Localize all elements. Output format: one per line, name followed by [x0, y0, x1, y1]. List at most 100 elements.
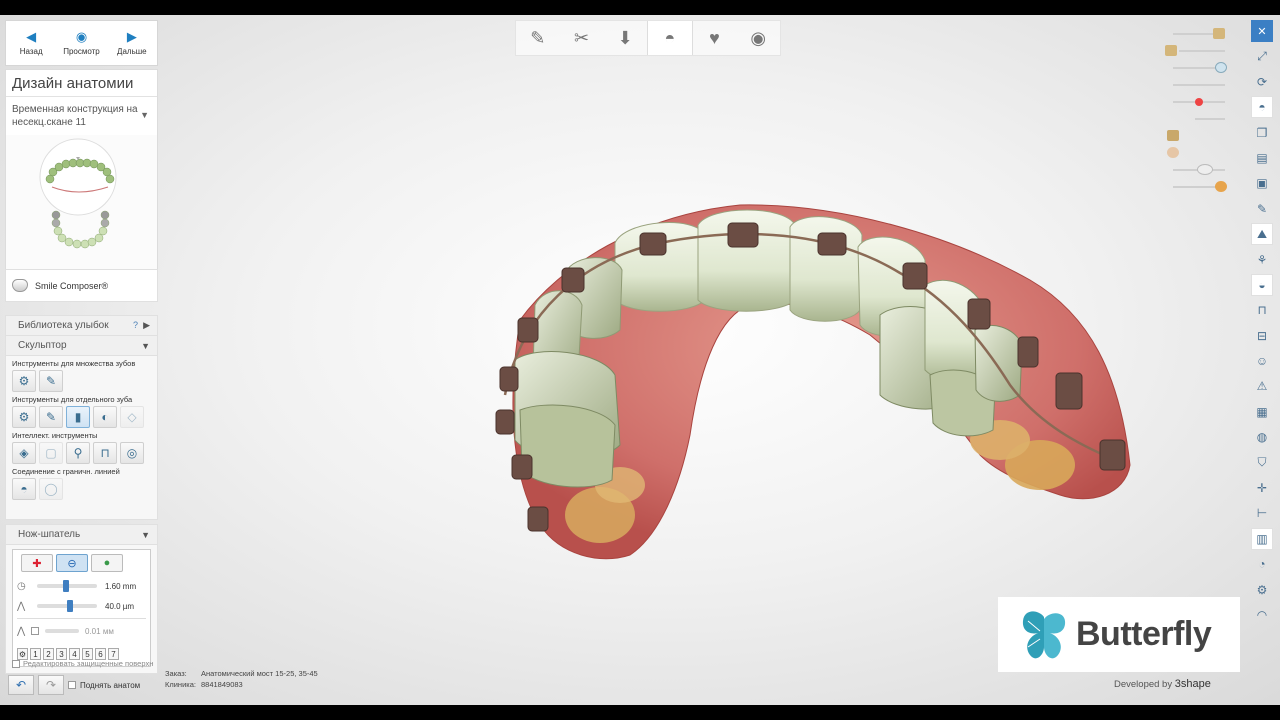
- bottom-letterbox: [0, 705, 1280, 720]
- rotate-view-icon[interactable]: ⟳: [1251, 71, 1273, 93]
- smart-align-tool[interactable]: ⚲: [66, 442, 90, 464]
- clipboard-icon[interactable]: ▣: [1251, 172, 1273, 194]
- shield-icon[interactable]: ⛉: [1251, 452, 1273, 474]
- preview-label: Просмотр: [63, 47, 100, 56]
- smile-composer-item[interactable]: Smile Composer®: [5, 269, 158, 302]
- depth-slider-thumb[interactable]: [66, 600, 73, 612]
- lower-arch-icon: [51, 210, 110, 249]
- sculpt-tools-panel: Библиотека улыбок ? ▶ Скульптор ▼ Инстру…: [5, 315, 158, 520]
- developed-by-label: Developed by: [1114, 679, 1173, 690]
- close-icon[interactable]: ✕: [1251, 20, 1273, 42]
- wax-knife-settings: ✚ ⊖ ● ◷ 1.60 mm ⋀ 40.0 µm ⋀ 0.01 мм ⚙ 1 …: [12, 549, 151, 667]
- transparency-row[interactable]: [1165, 110, 1235, 127]
- size-slider-thumb[interactable]: [62, 580, 69, 592]
- transparency-row[interactable]: [1165, 178, 1235, 195]
- multi-teeth-transform-tool[interactable]: ⚙: [12, 370, 36, 392]
- transparency-row[interactable]: [1165, 42, 1235, 59]
- die-cut-step-icon[interactable]: ✂: [560, 21, 604, 55]
- ruler-icon[interactable]: ⊢: [1251, 502, 1273, 524]
- smile-composer-label: Smile Composer®: [35, 280, 109, 291]
- layers-icon[interactable]: ▤: [1251, 147, 1273, 169]
- smart-cut-tool[interactable]: ⊓: [93, 442, 117, 464]
- warning-icon[interactable]: ⚠: [1251, 375, 1273, 397]
- tooth-chart[interactable]: [6, 135, 157, 275]
- size-icon: ◷: [17, 580, 26, 592]
- right-toolbar: ✕ ⤢ ⟳ ◓ ❐ ▤ ▣ ✎ ⛰ ⚘ ◒ ⊓ ⊟ ☺ ⚠ ▦ ◍ ⛉ ✛ ⊢ …: [1251, 20, 1275, 660]
- tooth-view-icon[interactable]: ◒: [1251, 273, 1273, 296]
- wax-knife-tool[interactable]: ▮: [66, 406, 90, 428]
- redo-button[interactable]: ↷: [38, 675, 64, 695]
- connector-tool[interactable]: ◐: [93, 406, 117, 428]
- smile-library-header[interactable]: Библиотека улыбок ? ▶: [6, 316, 157, 336]
- offset-checkbox[interactable]: [31, 627, 39, 635]
- size-slider[interactable]: [37, 580, 97, 592]
- undo-button[interactable]: ↶: [8, 675, 34, 695]
- single-tooth-morph-tool[interactable]: ✎: [39, 406, 63, 428]
- finish-step-icon[interactable]: ◉: [736, 21, 780, 55]
- settings-icon[interactable]: ⚙: [1251, 579, 1273, 601]
- wax-knife-panel: Нож-шпатель ▼ ✚ ⊖ ● ◷ 1.60 mm ⋀ 40.0 µm …: [5, 524, 158, 674]
- preview-button[interactable]: ◉ Просмотр: [56, 21, 106, 65]
- 3d-viewport[interactable]: ◀ Назад ◉ Просмотр ▶ Дальше Дизайн анато…: [0, 15, 1280, 705]
- help-icon[interactable]: ?: [133, 320, 138, 330]
- transparency-row[interactable]: [1165, 76, 1235, 93]
- add-material-button[interactable]: ✚: [21, 554, 53, 572]
- contact-icon[interactable]: ◠: [1251, 604, 1273, 626]
- depth-slider[interactable]: [37, 600, 97, 612]
- smart-occlusion-tool[interactable]: ◈: [12, 442, 36, 464]
- margin-line-step-icon[interactable]: ✎: [516, 21, 560, 55]
- color-map-icon[interactable]: ◍: [1251, 426, 1273, 448]
- next-button[interactable]: ▶ Дальше: [107, 21, 157, 65]
- transparency-row[interactable]: [1165, 127, 1235, 144]
- connector-step-icon[interactable]: ♥: [693, 21, 737, 55]
- panel-icon[interactable]: ▦: [1251, 401, 1273, 423]
- transparency-row[interactable]: [1165, 59, 1235, 76]
- transparency-row[interactable]: [1165, 93, 1235, 110]
- insertion-step-icon[interactable]: ⬇: [603, 21, 647, 55]
- measure-icon[interactable]: ⊟: [1251, 325, 1273, 347]
- multi-teeth-morph-tool[interactable]: ✎: [39, 370, 63, 392]
- protected-label: Редактировать защищенные поверхн: [23, 659, 154, 668]
- smart-adapt-tool[interactable]: ◎: [120, 442, 144, 464]
- remove-material-button[interactable]: ⊖: [56, 554, 88, 572]
- order-key: Заказ:: [165, 669, 187, 678]
- chevron-down-icon: ▼: [141, 529, 150, 540]
- lift-anatomy-checkbox[interactable]: [68, 681, 76, 689]
- scan-icon[interactable]: ▥: [1251, 527, 1273, 550]
- restoration-selector[interactable]: Временная конструкция на несекц.скане 11…: [6, 97, 157, 135]
- face-icon[interactable]: ☺: [1251, 350, 1273, 372]
- protected-checkbox[interactable]: [12, 659, 20, 668]
- navigation-bar: ◀ Назад ◉ Просмотр ▶ Дальше: [5, 20, 158, 66]
- workflow-toolbar: ✎ ✂ ⬇ ◓ ♥ ◉: [515, 20, 781, 56]
- transparency-row[interactable]: [1165, 144, 1235, 161]
- transparency-row[interactable]: [1165, 25, 1235, 42]
- wax-knife-header[interactable]: Нож-шпатель ▼: [6, 525, 157, 545]
- wax-icon[interactable]: ⛰: [1251, 223, 1273, 246]
- back-button[interactable]: ◀ Назад: [6, 21, 56, 65]
- axis-icon[interactable]: ✛: [1251, 477, 1273, 499]
- single-tooth-transform-tool[interactable]: ⚙: [12, 406, 36, 428]
- smart-contact-tool[interactable]: ▢: [39, 442, 63, 464]
- margin-adapt-tool[interactable]: ◯: [39, 478, 63, 500]
- edit-protected-option[interactable]: Редактировать защищенные поверхн: [12, 659, 153, 668]
- cross-section-icon[interactable]: ⊓: [1251, 299, 1273, 321]
- back-label: Назад: [19, 47, 43, 56]
- sculpt-header[interactable]: Скульптор ▼: [6, 336, 157, 356]
- contact-tool[interactable]: ◇: [120, 406, 144, 428]
- wax-knife-label: Нож-шпатель: [18, 529, 81, 540]
- color-wheel-icon[interactable]: ◔: [1251, 553, 1273, 575]
- transparency-row[interactable]: [1165, 161, 1235, 178]
- minus-circle-icon: ⊖: [67, 557, 77, 570]
- margin-connect-tool[interactable]: ◓: [12, 478, 36, 500]
- offset-slider[interactable]: [45, 629, 79, 633]
- edit-icon[interactable]: ✎: [1251, 198, 1273, 220]
- anatomy-step-icon[interactable]: ◓: [647, 21, 693, 55]
- lift-anatomy-label: Поднять анатом: [80, 680, 141, 690]
- cap-view-icon[interactable]: ◓: [1251, 96, 1273, 119]
- fit-view-icon[interactable]: ⤢: [1251, 45, 1273, 67]
- redo-icon: ↷: [45, 678, 57, 692]
- tooth-library-icon[interactable]: ⚘: [1251, 249, 1273, 271]
- smile-library-label: Библиотека улыбок: [18, 320, 109, 331]
- copy-icon[interactable]: ❐: [1251, 122, 1273, 144]
- smooth-button[interactable]: ●: [91, 554, 123, 572]
